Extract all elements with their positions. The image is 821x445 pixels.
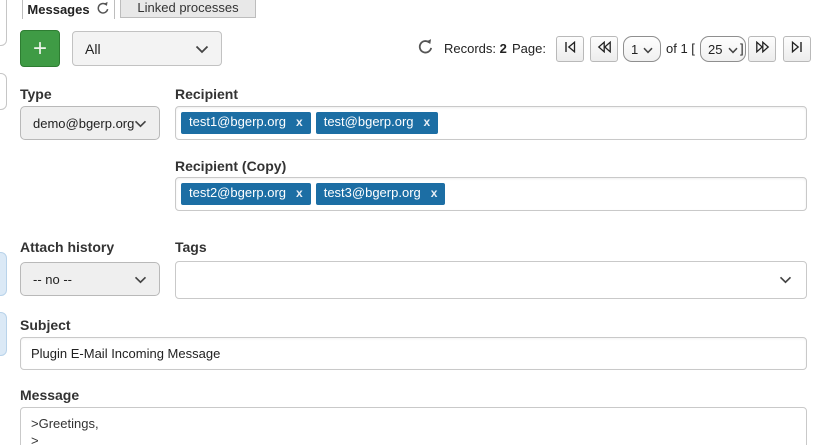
message-label: Message [20, 387, 79, 403]
email-chip: test1@bgerp.org x [181, 112, 311, 133]
chip-remove-button[interactable]: x [296, 116, 303, 129]
cropped-list-row-selected [0, 312, 7, 356]
refresh-icon[interactable] [96, 1, 110, 17]
chip-remove-button[interactable]: x [431, 187, 438, 200]
attach-history-select[interactable]: -- no -- [20, 262, 160, 296]
type-select[interactable]: demo@bgerp.org [20, 106, 160, 140]
first-page-button[interactable] [556, 36, 584, 62]
page-of-text: of 1 [ [666, 41, 695, 56]
tab-linked-processes[interactable]: Linked processes [120, 0, 256, 18]
recipient-copy-label: Recipient (Copy) [175, 158, 286, 174]
filter-select-value: All [85, 41, 101, 57]
next-page-icon [755, 40, 770, 58]
last-page-icon [790, 40, 804, 58]
page-size-value: 25 [708, 42, 722, 57]
records-text: Records: 2 [444, 41, 507, 56]
tab-messages-label: Messages [27, 2, 89, 17]
chip-remove-button[interactable]: x [296, 187, 303, 200]
email-chip-label: test2@bgerp.org [189, 186, 286, 200]
email-chip: test@bgerp.org x [316, 112, 439, 133]
chevron-down-icon [728, 42, 738, 57]
records-label: Records: [444, 41, 496, 56]
subject-input[interactable] [20, 337, 807, 370]
email-chip-label: test1@bgerp.org [189, 115, 286, 129]
chevron-down-icon [195, 41, 209, 57]
chevron-down-icon [134, 116, 147, 131]
refresh-icon[interactable] [417, 38, 434, 60]
recipient-copy-input[interactable]: test2@bgerp.org x test3@bgerp.org x [175, 177, 807, 211]
prev-page-icon [597, 40, 612, 58]
page-number-select[interactable]: 1 [623, 36, 661, 62]
add-button[interactable]: + [20, 30, 60, 67]
chevron-down-icon [134, 272, 147, 287]
cropped-list-row-selected [0, 252, 7, 296]
cropped-list-row [0, 0, 7, 46]
tags-select[interactable] [175, 261, 807, 299]
plus-icon: + [33, 35, 47, 63]
cropped-list-row [0, 73, 7, 110]
page-label: Page: [512, 41, 546, 56]
last-page-button[interactable] [783, 36, 811, 62]
next-page-button[interactable] [748, 36, 776, 62]
filter-select[interactable]: All [72, 31, 222, 66]
attach-history-value: -- no -- [33, 272, 72, 287]
chip-remove-button[interactable]: x [424, 116, 431, 129]
page-number-value: 1 [631, 42, 638, 57]
chevron-down-icon [779, 271, 792, 289]
email-chip: test3@bgerp.org x [316, 183, 446, 204]
recipient-label: Recipient [175, 86, 238, 102]
first-page-icon [563, 40, 577, 58]
attach-history-label: Attach history [20, 239, 114, 255]
type-select-value: demo@bgerp.org [33, 116, 134, 131]
tab-messages[interactable]: Messages [22, 0, 115, 19]
records-count: 2 [500, 41, 507, 56]
chevron-down-icon [643, 42, 653, 57]
email-chip: test2@bgerp.org x [181, 183, 311, 204]
tags-label: Tags [175, 239, 207, 255]
message-textarea[interactable]: >Greetings, > [20, 407, 807, 445]
subject-label: Subject [20, 317, 71, 333]
messages-panel: Messages Linked processes + All Records:… [0, 0, 821, 445]
bracket-close-text: ] [740, 41, 744, 56]
email-chip-label: test@bgerp.org [324, 115, 414, 129]
prev-page-button[interactable] [590, 36, 618, 62]
tab-linked-processes-label: Linked processes [137, 0, 238, 15]
email-chip-label: test3@bgerp.org [324, 186, 421, 200]
recipient-input[interactable]: test1@bgerp.org x test@bgerp.org x [175, 106, 807, 140]
type-label: Type [20, 86, 52, 102]
